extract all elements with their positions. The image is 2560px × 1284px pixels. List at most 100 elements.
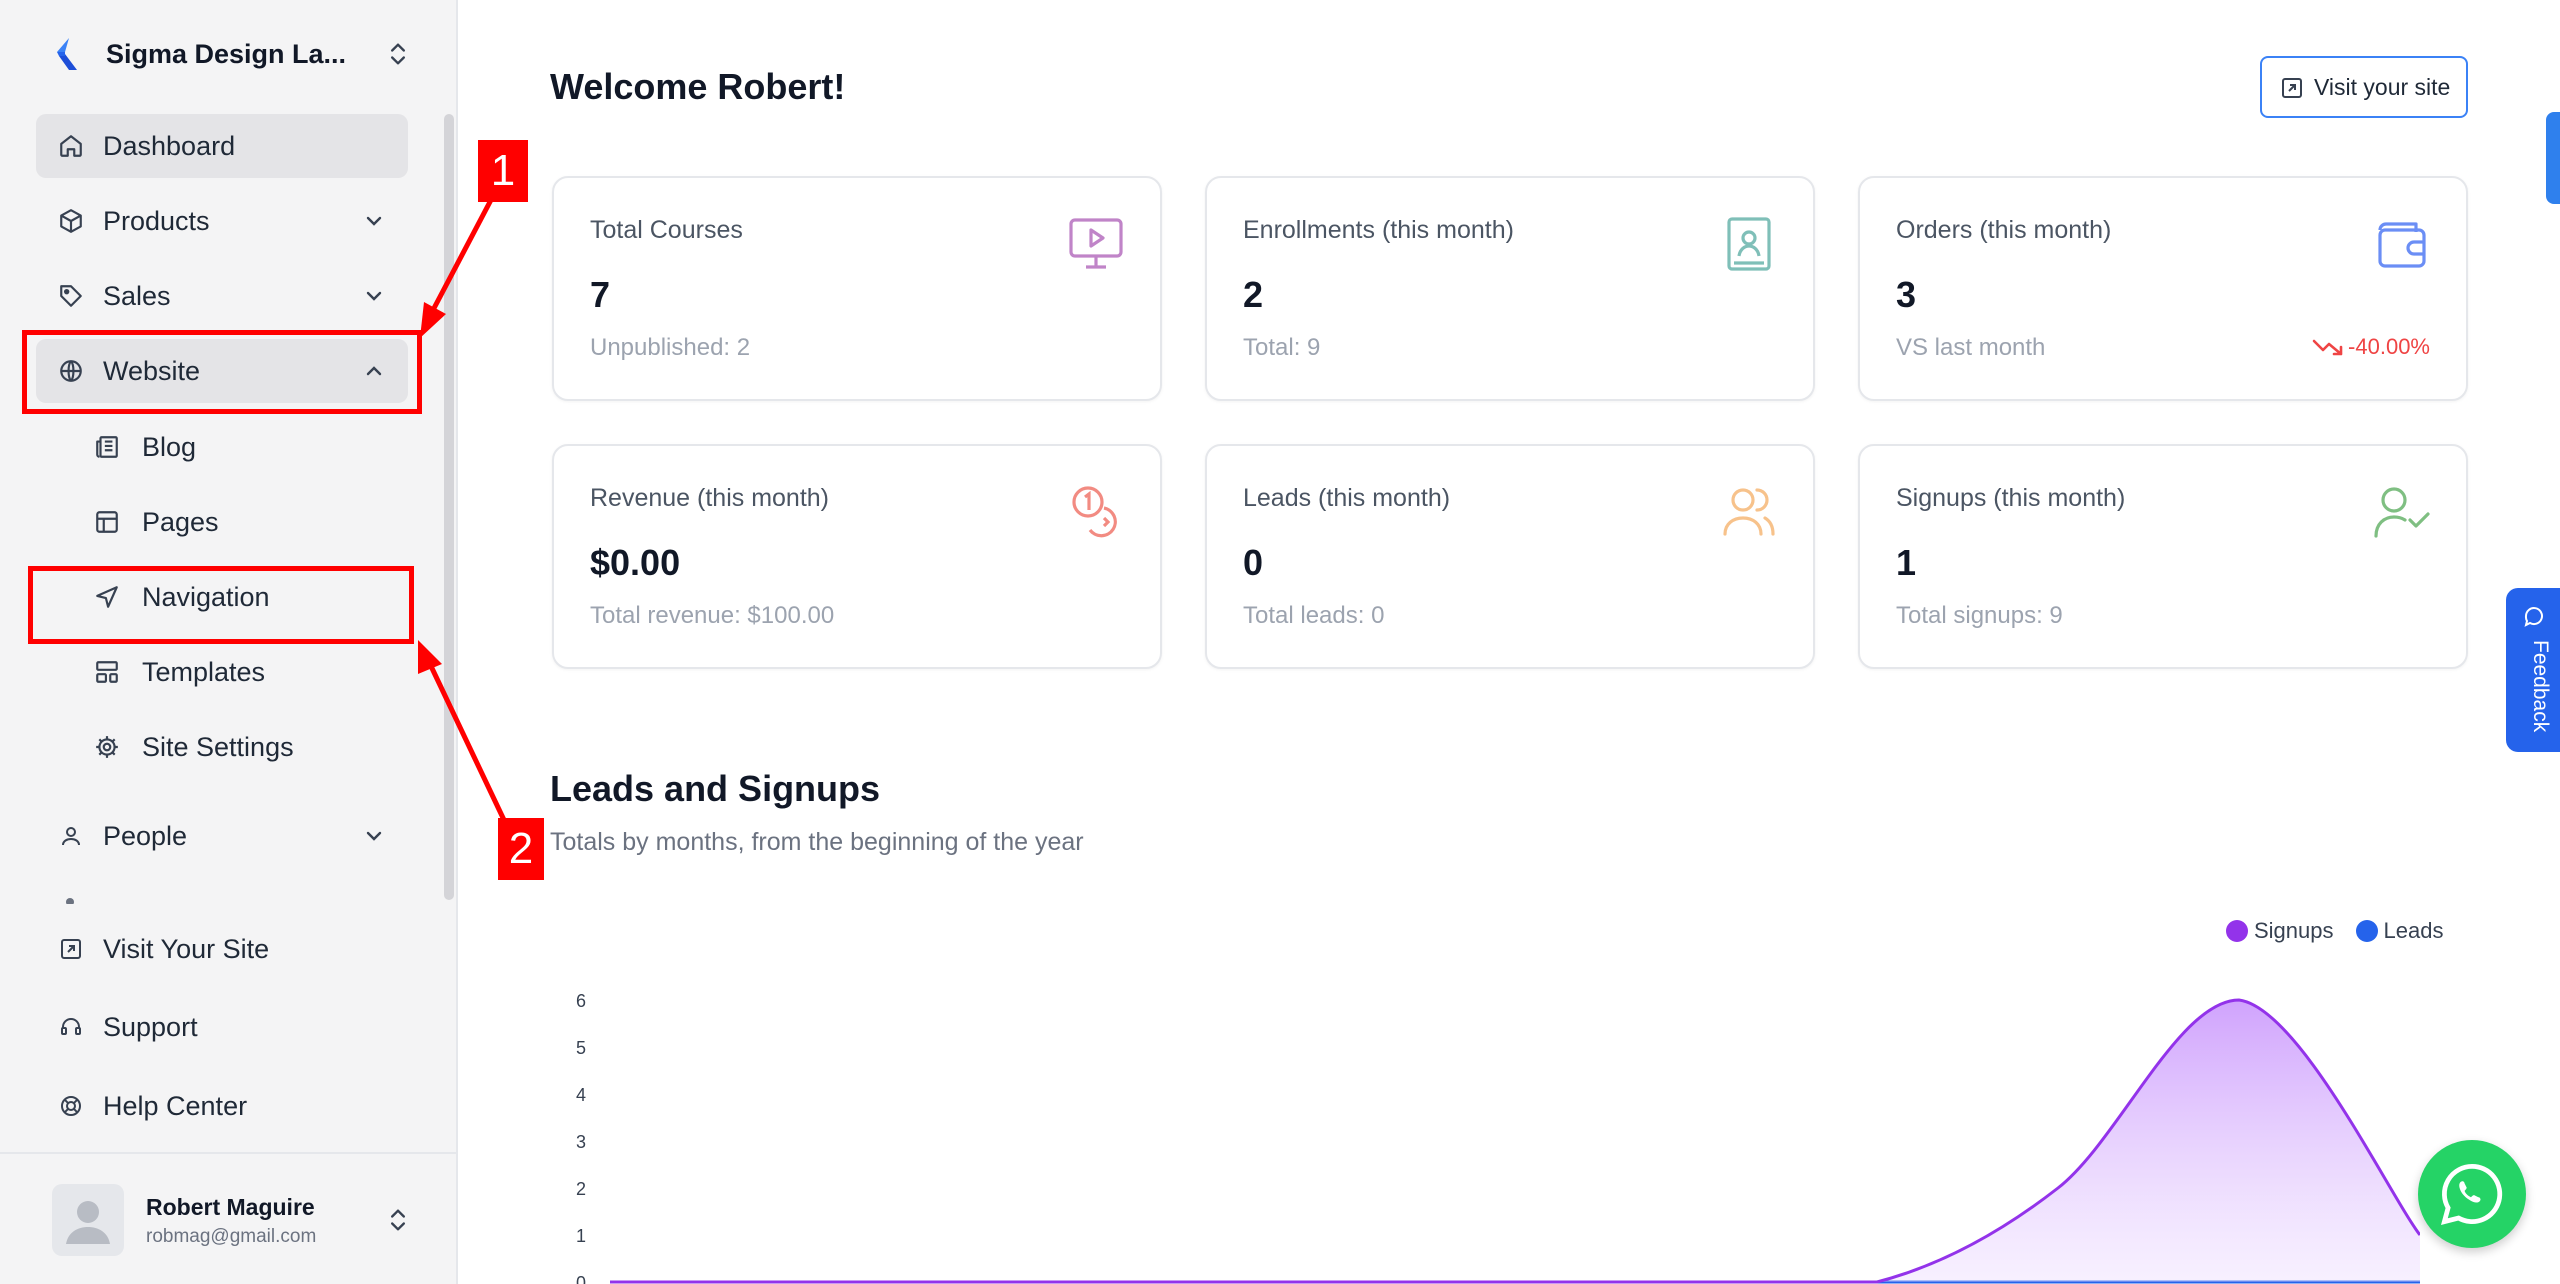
stat-value: 3 — [1896, 274, 1917, 315]
sidebar-item-products[interactable]: Products — [36, 189, 408, 253]
annotation-box-website — [22, 330, 422, 414]
sidebar-item-partially-hidden — [36, 890, 408, 904]
y-tick-label: 3 — [576, 1132, 586, 1152]
stat-value: 7 — [590, 274, 611, 315]
external-link-icon — [2282, 78, 2302, 98]
y-tick-label: 0 — [576, 1273, 586, 1284]
stat-card-revenue: Revenue (this month) $0.00 Total revenue… — [552, 444, 1162, 669]
gear-icon — [92, 732, 122, 762]
sidebar-item-label: Support — [103, 1011, 198, 1042]
side-tab[interactable] — [2546, 112, 2560, 204]
legend-label: Leads — [2383, 918, 2444, 943]
workspace-name: Sigma Design La... — [106, 38, 347, 69]
sidebar-item-label: Help Center — [103, 1090, 248, 1121]
headset-icon — [56, 1012, 86, 1042]
stat-card-enrollments: Enrollments (this month) 2 Total: 9 — [1205, 176, 1815, 401]
lifebuoy-icon — [56, 1091, 86, 1121]
annotation-label-1: 1 — [478, 140, 528, 202]
stat-title: Enrollments (this month) — [1243, 216, 1514, 244]
page-title: Welcome Robert! — [550, 66, 846, 107]
box-icon — [56, 206, 86, 236]
stat-subtext: Total: 9 — [1243, 334, 1321, 361]
sidebar-subitem-label: Blog — [142, 431, 197, 462]
trending-down-icon — [2312, 339, 2343, 356]
stat-title: Total Courses — [590, 216, 743, 244]
external-link-icon — [56, 934, 86, 964]
stat-subtext: Total signups: 9 — [1896, 602, 2063, 629]
legend-item-signups[interactable]: Signups — [2226, 918, 2334, 944]
stat-value: 1 — [1896, 542, 1917, 583]
annotation-label-2: 2 — [498, 818, 544, 880]
user-menu[interactable]: Robert Maguire robmag@gmail.com — [52, 1182, 412, 1256]
sidebar-subitem-templates[interactable]: Templates — [56, 642, 408, 702]
sidebar-item-label: Products — [103, 205, 210, 236]
user-name: Robert Maguire — [146, 1194, 315, 1220]
stat-subtext: Total leads: 0 — [1243, 602, 1385, 629]
y-tick-label: 6 — [576, 991, 586, 1011]
y-tick-label: 2 — [576, 1179, 586, 1199]
sidebar-subitem-label: Site Settings — [142, 731, 294, 762]
user-icon — [56, 821, 86, 851]
templates-icon — [92, 657, 122, 687]
sidebar-item-label: People — [103, 820, 188, 851]
feedback-label: Feedback — [2529, 640, 2552, 733]
sidebar-item-dashboard[interactable]: Dashboard — [36, 114, 408, 178]
annotation-box-navigation — [28, 566, 414, 644]
section-title: Leads and Signups — [550, 768, 881, 809]
sidebar-item-visit-your-site[interactable]: Visit Your Site — [36, 919, 408, 979]
whatsapp-icon — [2441, 1163, 2503, 1225]
chevron-down-icon — [366, 831, 382, 841]
section-subtitle: Totals by months, from the beginning of … — [550, 828, 1084, 856]
workspace-switcher[interactable]: Sigma Design La... — [52, 30, 412, 78]
leads-signups-chart: 6 5 4 3 2 1 0 — [576, 991, 2420, 1284]
visit-site-button[interactable]: Visit your site — [2260, 56, 2468, 118]
tag-icon — [56, 281, 86, 311]
brand-logo-icon — [57, 38, 77, 70]
home-icon — [56, 131, 86, 161]
sidebar-item-support[interactable]: Support — [36, 997, 408, 1057]
sidebar-subitem-site-settings[interactable]: Site Settings — [56, 717, 408, 777]
chevrons-up-down-icon[interactable] — [384, 1206, 412, 1234]
chevron-down-icon — [366, 291, 382, 301]
whatsapp-button[interactable] — [2418, 1140, 2526, 1248]
y-tick-label: 5 — [576, 1038, 586, 1058]
coins-icon — [1072, 486, 1117, 538]
sidebar-item-sales[interactable]: Sales — [36, 264, 408, 328]
stat-value: 2 — [1243, 274, 1264, 315]
y-tick-label: 1 — [576, 1226, 586, 1246]
layout-icon — [92, 507, 122, 537]
stat-card-total-courses: Total Courses 7 Unpublished: 2 — [552, 176, 1162, 401]
y-tick-label: 4 — [576, 1085, 586, 1105]
legend-item-leads[interactable]: Leads — [2355, 918, 2444, 944]
visit-site-button-label: Visit your site — [2314, 73, 2451, 100]
stat-card-signups: Signups (this month) 1 Total signups: 9 — [1858, 444, 2468, 669]
message-icon — [2524, 607, 2543, 627]
user-email: robmag@gmail.com — [146, 1226, 317, 1247]
stat-title: Orders (this month) — [1896, 216, 2112, 244]
wallet-icon — [2378, 222, 2426, 268]
chevrons-up-down-icon[interactable] — [384, 40, 412, 68]
stat-subtext: VS last month — [1896, 334, 2046, 361]
stat-card-leads: Leads (this month) 0 Total leads: 0 — [1205, 444, 1815, 669]
avatar — [52, 1184, 124, 1256]
stat-value: 0 — [1243, 542, 1264, 583]
chevron-down-icon — [366, 216, 382, 226]
stat-subtext: Unpublished: 2 — [590, 334, 751, 361]
stat-subtext: Total revenue: $100.00 — [590, 602, 835, 629]
sidebar-item-help-center[interactable]: Help Center — [36, 1076, 408, 1136]
chart-legend: Signups Leads — [2226, 918, 2465, 944]
divider — [0, 1152, 458, 1154]
stat-value: $0.00 — [590, 542, 681, 583]
sidebar-item-people[interactable]: People — [36, 804, 408, 868]
stat-title: Signups (this month) — [1896, 484, 2126, 512]
sidebar-item-label: Visit Your Site — [103, 933, 270, 964]
trend-value: -40.00% — [2348, 334, 2430, 359]
sidebar-scrollbar-thumb[interactable] — [444, 114, 454, 900]
stat-title: Leads (this month) — [1243, 484, 1451, 512]
sidebar-subitem-blog[interactable]: Blog — [56, 417, 408, 477]
sidebar-subitem-label: Pages — [142, 506, 219, 537]
stat-card-orders: Orders (this month) 3 VS last month -40.… — [1858, 176, 2468, 401]
legend-label: Signups — [2254, 918, 2334, 943]
sidebar-subitem-pages[interactable]: Pages — [56, 492, 408, 552]
newspaper-icon — [92, 432, 122, 462]
